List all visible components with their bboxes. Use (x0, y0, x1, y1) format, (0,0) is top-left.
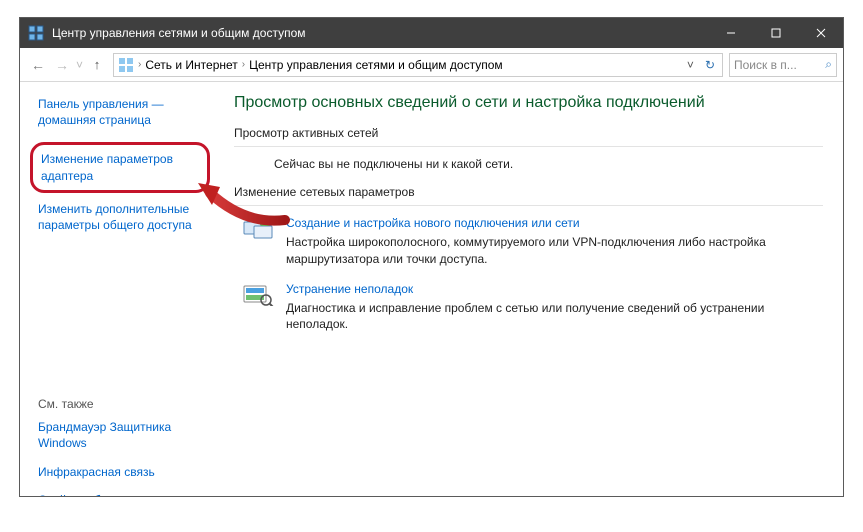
task-troubleshoot: Устранение неполадок Диагностика и испра… (242, 282, 823, 334)
page-heading: Просмотр основных сведений о сети и наст… (234, 94, 823, 112)
close-button[interactable] (798, 18, 843, 48)
sidebar-see-also-label: См. также (38, 397, 210, 411)
titlebar: Центр управления сетями и общим доступом (20, 18, 843, 48)
window-controls (708, 18, 843, 48)
change-params-label: Изменение сетевых параметров (234, 185, 823, 199)
task-body: Создание и настройка нового подключения … (286, 216, 823, 268)
search-input[interactable]: Поиск в п... ⌕ (729, 53, 837, 77)
refresh-icon[interactable]: ↻ (702, 58, 718, 72)
window-network-center: Центр управления сетями и общим доступом… (19, 17, 844, 497)
sidebar-browser-props-link[interactable]: Свойства браузера (38, 492, 210, 496)
nav-dropdown-icon[interactable]: ˅ (76, 58, 83, 72)
chevron-right-icon[interactable]: › (242, 59, 245, 70)
sidebar-sharing-link[interactable]: Изменить дополнительные параметры общего… (38, 201, 210, 233)
task-body: Устранение неполадок Диагностика и испра… (286, 282, 823, 334)
troubleshoot-icon (242, 282, 274, 310)
sidebar-adapter-link[interactable]: Изменение параметров адаптера (41, 151, 199, 183)
search-placeholder: Поиск в п... (734, 58, 821, 72)
sidebar-spacer (38, 245, 210, 385)
breadcrumb-sharing-center[interactable]: Центр управления сетями и общим доступом (249, 58, 503, 72)
forward-button[interactable]: → (50, 53, 74, 77)
body: Панель управления — домашняя страница Из… (20, 82, 843, 496)
new-connection-link[interactable]: Создание и настройка нового подключения … (286, 216, 823, 230)
toolbar: ← → ˅ ↑ › Сеть и Интернет › Центр управл… (20, 48, 843, 82)
active-networks-label: Просмотр активных сетей (234, 126, 823, 140)
app-icon (28, 25, 44, 41)
search-icon: ⌕ (825, 57, 832, 72)
sidebar: Панель управления — домашняя страница Из… (20, 82, 220, 496)
troubleshoot-link[interactable]: Устранение неполадок (286, 282, 823, 296)
no-network-message: Сейчас вы не подключены ни к какой сети. (274, 157, 823, 171)
chevron-right-icon[interactable]: › (138, 59, 141, 70)
window-title: Центр управления сетями и общим доступом (52, 26, 708, 40)
new-connection-icon (242, 216, 274, 244)
task-new-connection: Создание и настройка нового подключения … (242, 216, 823, 268)
addr-dropdown-icon[interactable]: ˅ (683, 58, 698, 72)
content: Просмотр основных сведений о сети и наст… (220, 82, 843, 496)
back-button[interactable]: ← (26, 53, 50, 77)
control-panel-icon (118, 57, 134, 73)
divider (234, 146, 823, 147)
divider (234, 205, 823, 206)
minimize-button[interactable] (708, 18, 753, 48)
sidebar-adapter-highlight: Изменение параметров адаптера (30, 142, 210, 192)
sidebar-infrared-link[interactable]: Инфракрасная связь (38, 464, 210, 480)
up-button[interactable]: ↑ (85, 53, 109, 77)
breadcrumb-network[interactable]: Сеть и Интернет (145, 58, 237, 72)
troubleshoot-desc: Диагностика и исправление проблем с сеть… (286, 300, 823, 334)
maximize-button[interactable] (753, 18, 798, 48)
address-bar[interactable]: › Сеть и Интернет › Центр управления сет… (113, 53, 723, 77)
sidebar-firewall-link[interactable]: Брандмауэр Защитника Windows (38, 419, 210, 451)
sidebar-home-link[interactable]: Панель управления — домашняя страница (38, 96, 210, 128)
new-connection-desc: Настройка широкополосного, коммутируемог… (286, 234, 823, 268)
